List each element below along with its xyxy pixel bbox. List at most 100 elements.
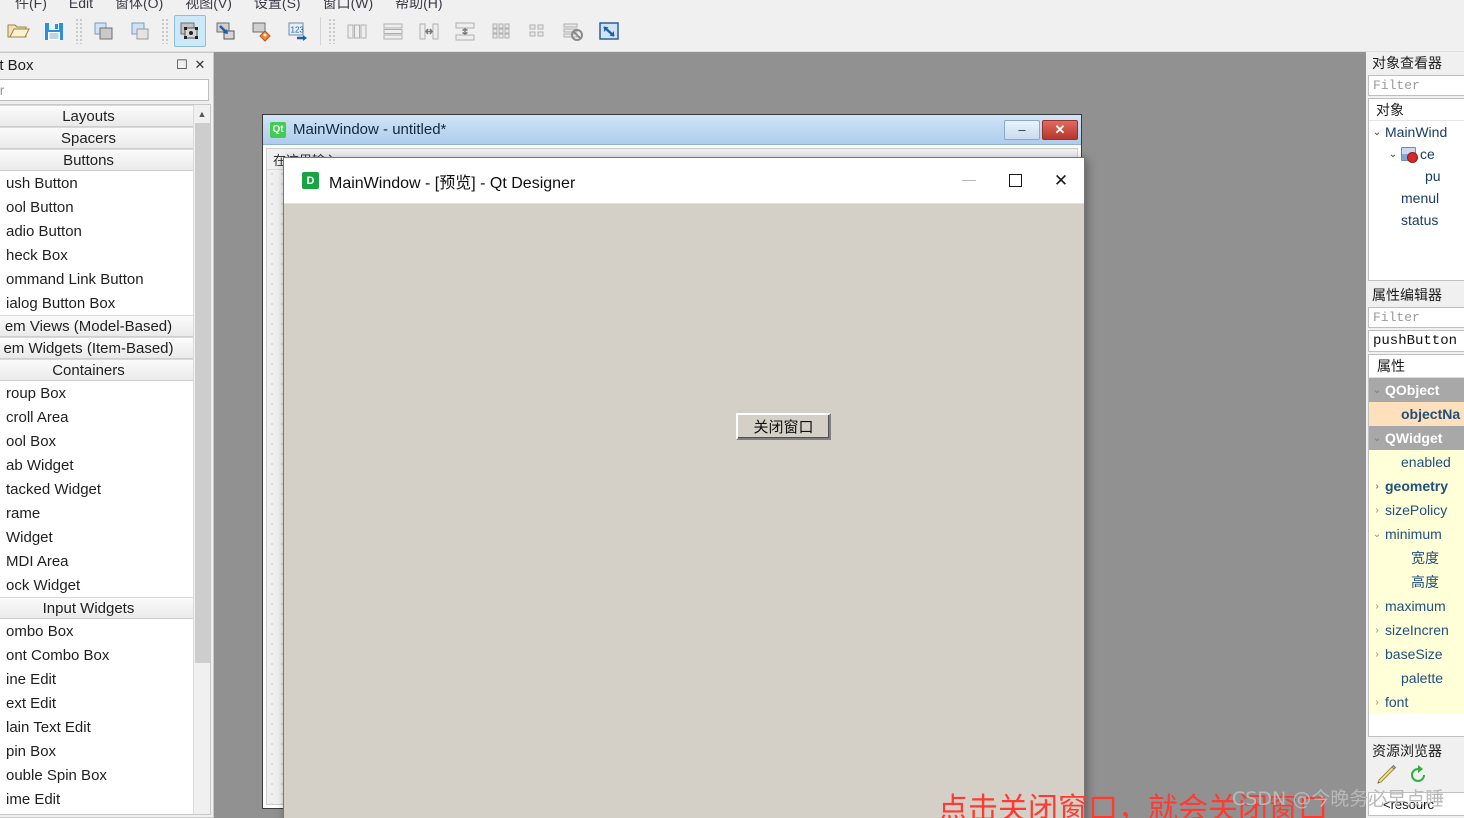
widget-group-spacers[interactable]: Spacers (0, 127, 193, 149)
property-editor-table[interactable]: 属性 ⌄ QObject objectNa ⌄ QWidget enabled (1368, 354, 1464, 737)
widget-item-tool-button[interactable]: ool Button (0, 195, 193, 219)
property-row-objectname[interactable]: objectNa (1369, 402, 1464, 426)
property-row-palette[interactable]: palette (1369, 666, 1464, 690)
property-editor-filter-input[interactable]: Filter (1368, 307, 1464, 328)
chevron-right-icon[interactable]: › (1369, 481, 1385, 492)
adjust-size-icon[interactable] (593, 15, 625, 47)
widget-item-dialog-button-box[interactable]: ialog Button Box (0, 291, 193, 315)
form-window-title-bar[interactable]: Qt MainWindow - untitled* – ✕ (263, 115, 1081, 145)
chevron-right-icon[interactable]: › (1369, 601, 1385, 612)
object-inspector-tree[interactable]: 对象 ⌄ MainWind ⌄ ce pu menul status (1368, 98, 1464, 281)
chevron-down-icon[interactable]: ⌄ (1369, 433, 1385, 444)
edit-buddies-icon[interactable] (246, 15, 278, 47)
open-icon[interactable] (2, 15, 34, 47)
widget-group-buttons[interactable]: Buttons (0, 149, 193, 171)
layout-form-icon[interactable] (521, 15, 553, 47)
copy-icon[interactable] (88, 15, 120, 47)
property-row-height[interactable]: 高度 (1369, 570, 1464, 594)
widget-item-double-spin-box[interactable]: ouble Spin Box (0, 763, 193, 787)
form-minimize-button[interactable]: – (1004, 119, 1040, 140)
object-inspector-filter-input[interactable]: Filter (1368, 75, 1464, 96)
tree-row-mainwindow[interactable]: ⌄ MainWind (1369, 121, 1464, 143)
edit-tab-order-icon[interactable]: 123 (282, 15, 314, 47)
widget-item-tool-box[interactable]: ool Box (0, 429, 193, 453)
chevron-down-icon[interactable]: ⌄ (1369, 385, 1385, 396)
widget-item-frame[interactable]: rame (0, 501, 193, 525)
property-group-qobject[interactable]: ⌄ QObject (1369, 378, 1464, 402)
chevron-down-icon[interactable]: ⌄ (1369, 529, 1385, 540)
widget-group-input-widgets[interactable]: Input Widgets (0, 597, 193, 619)
preview-minimize-button[interactable] (946, 159, 992, 203)
toolbar-grip[interactable] (75, 18, 83, 44)
widget-item-font-combo-box[interactable]: ont Combo Box (0, 643, 193, 667)
break-layout-icon[interactable] (557, 15, 589, 47)
widget-item-spin-box[interactable]: pin Box (0, 739, 193, 763)
widget-item-command-link-button[interactable]: ommand Link Button (0, 267, 193, 291)
property-row-maximumsize[interactable]: › maximum (1369, 594, 1464, 618)
tree-row-statusbar[interactable]: status (1369, 209, 1464, 231)
widget-box-filter-input[interactable]: er (0, 79, 209, 101)
widget-item-check-box[interactable]: heck Box (0, 243, 193, 267)
widget-item-combo-box[interactable]: ombo Box (0, 619, 193, 643)
property-group-qwidget[interactable]: ⌄ QWidget (1369, 426, 1464, 450)
form-close-button[interactable]: ✕ (1042, 119, 1078, 140)
widget-item-text-edit[interactable]: ext Edit (0, 691, 193, 715)
toolbar-grip-2[interactable] (161, 18, 169, 44)
pencil-icon[interactable] (1374, 763, 1398, 792)
preview-title-bar[interactable]: D MainWindow - [预览] - Qt Designer ✕ (284, 158, 1084, 204)
widget-item-radio-button[interactable]: adio Button (0, 219, 193, 243)
widget-box-scrollbar[interactable]: ▲ (193, 105, 210, 814)
resource-browser-content[interactable]: <resourc (1368, 792, 1464, 816)
widget-item-tab-widget[interactable]: ab Widget (0, 453, 193, 477)
scrollbar-thumb[interactable] (195, 123, 210, 663)
property-row-font[interactable]: › font (1369, 690, 1464, 714)
tree-row-centralwidget[interactable]: ⌄ ce (1369, 143, 1464, 165)
layout-horizontally-icon[interactable] (341, 15, 373, 47)
preview-close-button[interactable]: ✕ (1038, 159, 1084, 203)
property-row-geometry[interactable]: › geometry (1369, 474, 1464, 498)
widget-item-line-edit[interactable]: ine Edit (0, 667, 193, 691)
widget-item-stacked-widget[interactable]: tacked Widget (0, 477, 193, 501)
chevron-down-icon[interactable]: ⌄ (1385, 149, 1401, 160)
widget-item-dock-widget[interactable]: ock Widget (0, 573, 193, 597)
layout-splitter-vertical-icon[interactable] (449, 15, 481, 47)
preview-maximize-button[interactable] (992, 159, 1038, 203)
widget-item-plain-text-edit[interactable]: lain Text Edit (0, 715, 193, 739)
chevron-right-icon[interactable]: › (1369, 505, 1385, 516)
layout-splitter-horizontal-icon[interactable] (413, 15, 445, 47)
property-row-sizeincrement[interactable]: › sizeIncren (1369, 618, 1464, 642)
property-row-enabled[interactable]: enabled (1369, 450, 1464, 474)
widget-group-item-views[interactable]: em Views (Model-Based) (0, 315, 193, 337)
property-row-minimumsize[interactable]: ⌄ minimum (1369, 522, 1464, 546)
close-window-button[interactable]: 关闭窗口 (736, 413, 831, 440)
widget-group-layouts[interactable]: Layouts (0, 105, 193, 127)
tree-row-menubar[interactable]: menul (1369, 187, 1464, 209)
chevron-down-icon[interactable]: ⌄ (1369, 127, 1385, 138)
property-row-sizepolicy[interactable]: › sizePolicy (1369, 498, 1464, 522)
scroll-up-icon[interactable]: ▲ (194, 105, 210, 122)
widget-item-scroll-area[interactable]: croll Area (0, 405, 193, 429)
float-icon[interactable]: ☐ (173, 56, 191, 74)
chevron-right-icon[interactable]: › (1369, 697, 1385, 708)
edit-widgets-icon[interactable] (174, 15, 206, 47)
widget-group-item-widgets[interactable]: em Widgets (Item-Based) (0, 337, 193, 359)
chevron-right-icon[interactable]: › (1369, 649, 1385, 660)
property-row-basesize[interactable]: › baseSize (1369, 642, 1464, 666)
widget-item-push-button[interactable]: ush Button (0, 171, 193, 195)
layout-vertically-icon[interactable] (377, 15, 409, 47)
widget-item-group-box[interactable]: roup Box (0, 381, 193, 405)
save-icon[interactable] (38, 15, 70, 47)
layout-grid-icon[interactable] (485, 15, 517, 47)
property-row-width[interactable]: 宽度 (1369, 546, 1464, 570)
chevron-right-icon[interactable]: › (1369, 625, 1385, 636)
refresh-icon[interactable] (1406, 763, 1430, 792)
widget-group-containers[interactable]: Containers (0, 359, 193, 381)
widget-item-widget[interactable]: Widget (0, 525, 193, 549)
widget-item-time-edit[interactable]: ime Edit (0, 787, 193, 811)
toolbar-grip-3[interactable] (328, 18, 336, 44)
tree-row-pushbutton[interactable]: pu (1369, 165, 1464, 187)
close-icon[interactable]: ✕ (191, 56, 209, 74)
paste-icon[interactable] (124, 15, 156, 47)
widget-item-mdi-area[interactable]: MDI Area (0, 549, 193, 573)
edit-signals-slots-icon[interactable] (210, 15, 242, 47)
